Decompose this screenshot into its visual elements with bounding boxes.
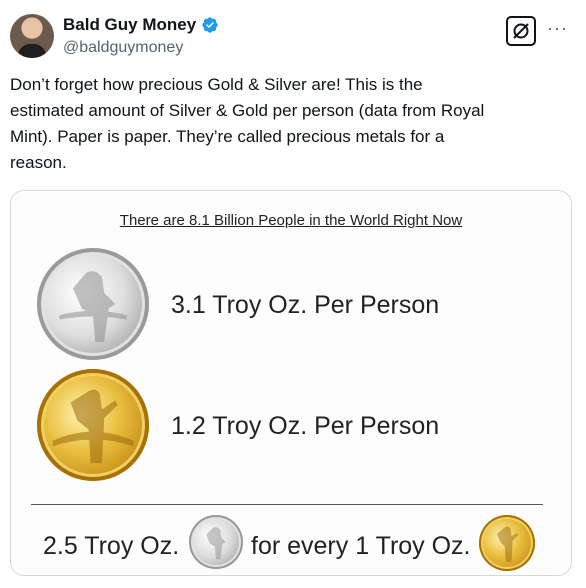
- author-display-name[interactable]: Bald Guy Money: [63, 14, 196, 36]
- author-display-name-row[interactable]: Bald Guy Money: [63, 14, 219, 36]
- grok-icon: [513, 23, 529, 39]
- author-handle[interactable]: @baldguymoney: [63, 37, 219, 59]
- grok-button[interactable]: [506, 16, 536, 46]
- ratio-silver-amount: 2.5 Troy Oz.: [43, 532, 180, 560]
- gold-per-person-stat: 1.2 Troy Oz. Per Person: [171, 412, 440, 440]
- tweet-text: Don’t forget how precious Gold & Silver …: [10, 75, 485, 172]
- tweet-media-image[interactable]: There are 8.1 Billion People in the Worl…: [10, 190, 572, 576]
- media-divider: [31, 504, 543, 505]
- ratio-gold-amount: for every 1 Troy Oz.: [251, 532, 471, 560]
- silver-per-person-stat: 3.1 Troy Oz. Per Person: [171, 291, 440, 319]
- avatar-shirt: [18, 44, 46, 58]
- silver-eagle-coin-icon: [37, 248, 149, 360]
- silver-coin-small-icon: [189, 515, 243, 569]
- avatar[interactable]: [10, 14, 54, 58]
- tweet-header: Bald Guy Money @baldguymoney ···: [10, 12, 576, 60]
- verified-badge-icon: [202, 17, 218, 33]
- author-names: Bald Guy Money @baldguymoney: [63, 14, 219, 59]
- gold-eagle-coin-icon: [37, 369, 149, 481]
- gold-coin-small-icon: [479, 515, 535, 571]
- more-icon[interactable]: ···: [547, 18, 568, 39]
- media-title: There are 8.1 Billion People in the Worl…: [119, 212, 463, 229]
